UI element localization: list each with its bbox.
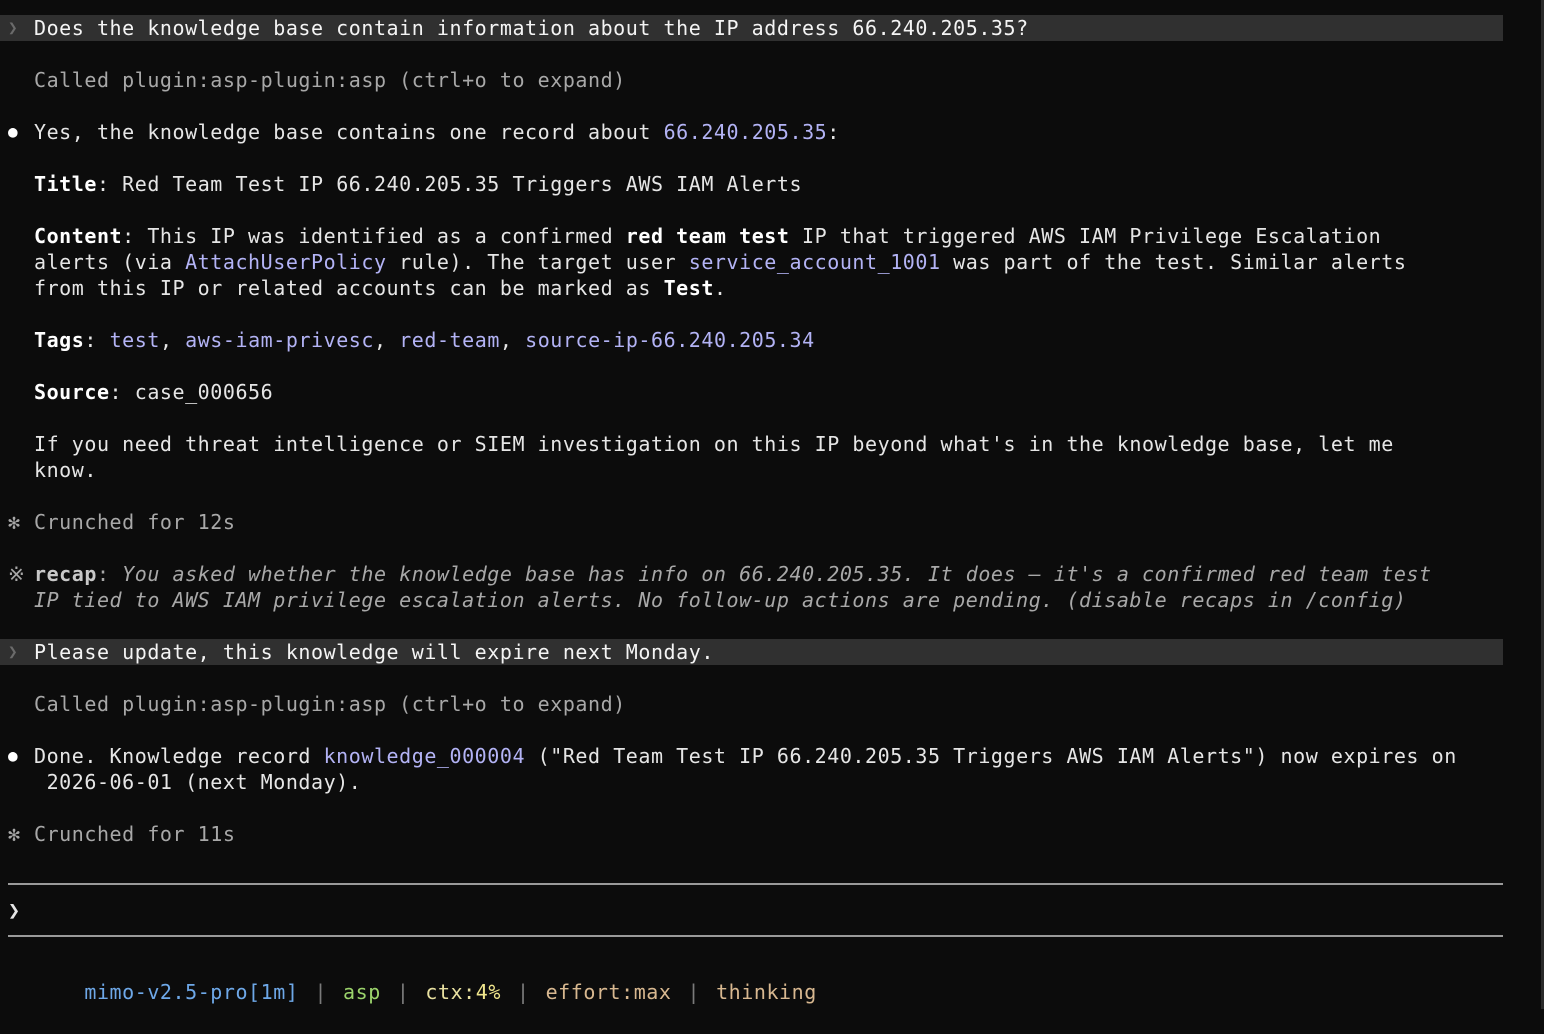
chevron-right-icon: ❯: [8, 898, 21, 922]
policy-code: AttachUserPolicy: [185, 250, 387, 274]
recap-text-1: You asked whether the knowledge base has…: [109, 562, 1432, 586]
model-name: mimo-v2.5-pro[1m]: [84, 980, 299, 1004]
recap-colon: :: [96, 562, 110, 586]
closing-line-1: If you need threat intelligence or SIEM …: [0, 431, 1503, 457]
recap-text-2: IP tied to AWS IAM privilege escalation …: [34, 588, 1407, 612]
title-value: : Red Team Test IP 66.240.205.35 Trigger…: [96, 172, 803, 196]
answer2-b: ("Red Team Test IP 66.240.205.35 Trigger…: [525, 744, 1457, 768]
asterisk-icon: ✻: [8, 510, 21, 534]
recap-label: recap: [34, 562, 97, 586]
status-separator: |: [516, 980, 530, 1004]
content-label: Content: [34, 224, 123, 248]
content-text-bold: red team test: [625, 224, 790, 248]
content2-e: was part of the test. Similar alerts: [940, 250, 1407, 274]
intro-colon: :: [827, 120, 840, 144]
content2-a: alerts (via: [34, 250, 186, 274]
tool-call-2[interactable]: Called plugin:asp-plugin:asp (ctrl+o to …: [0, 691, 1503, 717]
record-content-line-3: from this IP or related accounts can be …: [0, 275, 1503, 301]
chevron-right-icon: ❯: [8, 18, 19, 37]
content2-c: rule). The target user: [386, 250, 689, 274]
recap-line-2: IP tied to AWS IAM privilege escalation …: [0, 587, 1503, 613]
tool-call-text[interactable]: Called plugin:asp-plugin:asp (ctrl+o to …: [34, 67, 626, 93]
user-prompt-text: Please update, this knowledge will expir…: [34, 640, 714, 664]
assistant-answer-intro: ● Yes, the knowledge base contains one r…: [0, 119, 1503, 145]
crunch-text-2: Crunched for 11s: [34, 822, 236, 846]
record-id: knowledge_000004: [323, 744, 526, 768]
crunch-status-1: ✻ Crunched for 12s: [0, 509, 1503, 535]
content3-a: from this IP or related accounts can be …: [34, 276, 664, 300]
source-value: : case_000656: [109, 380, 274, 404]
recap-line-1: ※ recap: You asked whether the knowledge…: [0, 561, 1503, 587]
asterisk-icon: ✻: [8, 822, 21, 846]
tool-call-1[interactable]: Called plugin:asp-plugin:asp (ctrl+o to …: [0, 67, 1503, 93]
ctx-value: 4%: [475, 980, 501, 1004]
record-title: Title: Red Team Test IP 66.240.205.35 Tr…: [0, 171, 1503, 197]
chevron-right-icon: ❯: [8, 642, 19, 661]
crunch-text-1: Crunched for 12s: [34, 510, 236, 534]
terminal-window: ❯ Does the knowledge base contain inform…: [0, 0, 1544, 1009]
closing-text-2: know.: [34, 458, 97, 482]
title-label: Title: [34, 172, 97, 196]
content-text-c: IP that triggered AWS IAM Privilege Esca…: [789, 224, 1382, 248]
ip-highlight: 66.240.205.35: [663, 120, 828, 144]
tag: source-ip-66.240.205.34: [525, 328, 815, 352]
record-tags: Tags: test, aws-iam-privesc, red-team, s…: [0, 327, 1503, 353]
tags-label: Tags: [34, 328, 85, 352]
tool-call-text[interactable]: Called plugin:asp-plugin:asp (ctrl+o to …: [34, 691, 626, 717]
record-content-line-2: alerts (via AttachUserPolicy rule). The …: [0, 249, 1503, 275]
plugin-name: asp: [343, 980, 381, 1004]
status-separator: |: [314, 980, 328, 1004]
thinking-indicator: thinking: [716, 980, 817, 1004]
answer-intro-text: Yes, the knowledge base contains one rec…: [34, 119, 840, 145]
bullet-icon: ●: [8, 122, 19, 141]
effort-level: effort:max: [545, 980, 672, 1004]
intro-text: Yes, the knowledge base contains one rec…: [34, 120, 664, 144]
user-prompt-1: ❯ Does the knowledge base contain inform…: [0, 15, 1503, 41]
tag: test: [109, 328, 160, 352]
input-top-divider: [8, 883, 1503, 885]
closing-line-2: know.: [0, 457, 1503, 483]
record-source: Source: case_000656: [0, 379, 1503, 405]
status-separator: |: [687, 980, 701, 1004]
answer2-a: Done. Knowledge record: [34, 744, 324, 768]
content3-bold: Test: [663, 276, 714, 300]
bullet-icon: ●: [8, 746, 19, 765]
tag-separator: ,: [159, 328, 186, 352]
status-separator: |: [396, 980, 410, 1004]
answer2-line2: 2026-06-01 (next Monday).: [34, 770, 362, 794]
user-code: service_account_1001: [688, 250, 941, 274]
assistant-answer-2-line-2: 2026-06-01 (next Monday).: [0, 769, 1503, 795]
closing-text-1: If you need threat intelligence or SIEM …: [34, 432, 1394, 456]
status-bar: mimo-v2.5-pro[1m] | asp | ctx:4% | effort:max |…: [34, 950, 817, 1004]
assistant-answer-2: ● Done. Knowledge record knowledge_00000…: [0, 743, 1503, 769]
content3-c: .: [713, 276, 727, 300]
record-content-line-1: Content: This IP was identified as a con…: [0, 223, 1503, 249]
input-bottom-divider: [8, 935, 1503, 937]
ctx-label: ctx:: [425, 980, 476, 1004]
crunch-status-2: ✻ Crunched for 11s: [0, 821, 1503, 847]
tag: aws-iam-privesc: [185, 328, 374, 352]
reference-mark-icon: ※: [8, 562, 26, 586]
tag: red-team: [399, 328, 500, 352]
tag-separator: ,: [499, 328, 526, 352]
content-text-a: : This IP was identified as a confirmed: [122, 224, 626, 248]
tag-separator: ,: [374, 328, 400, 352]
tags-colon: :: [84, 328, 110, 352]
user-prompt-2: ❯ Please update, this knowledge will exp…: [0, 639, 1503, 665]
prompt-input[interactable]: ❯: [8, 897, 21, 923]
source-label: Source: [34, 380, 110, 404]
user-prompt-text: Does the knowledge base contain informat…: [34, 16, 1029, 40]
